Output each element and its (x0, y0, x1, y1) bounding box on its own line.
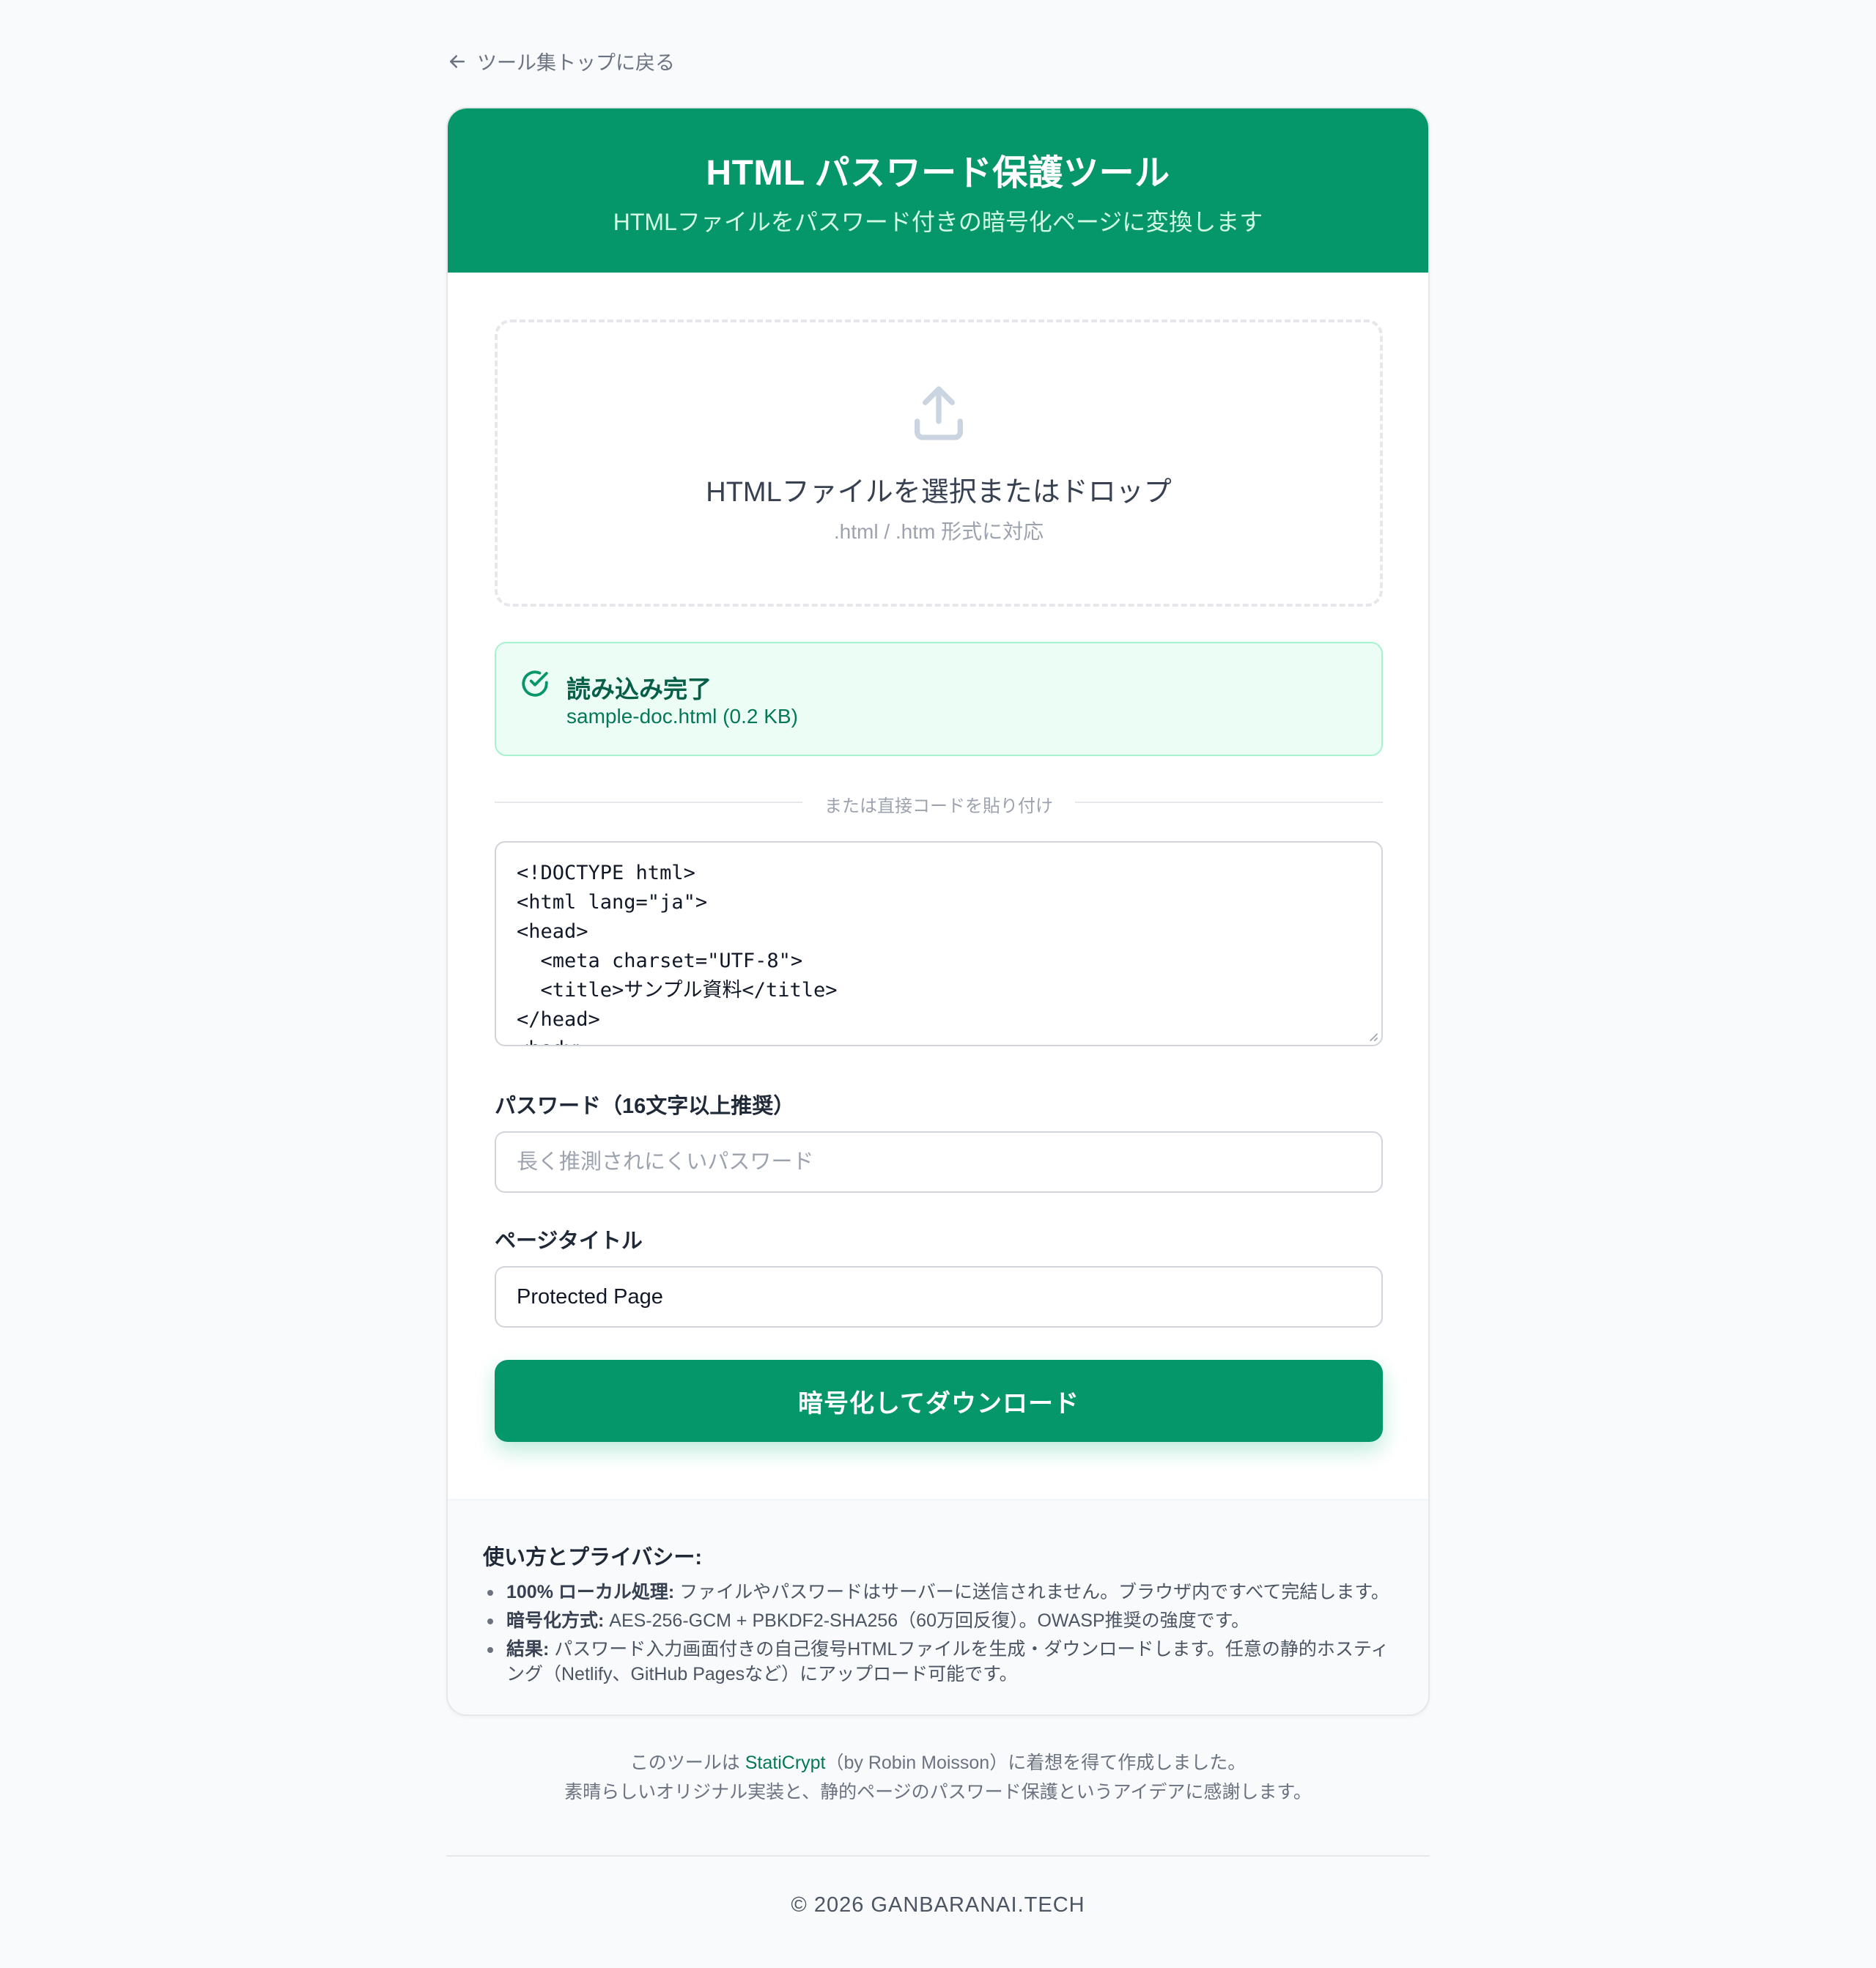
back-link[interactable]: ツール集トップに戻る (446, 47, 675, 75)
page-title-input[interactable] (495, 1266, 1383, 1328)
dropzone-title: HTMLファイルを選択またはドロップ (706, 477, 1172, 508)
usage-item-title: 結果: (506, 1639, 550, 1660)
html-code-textarea[interactable] (495, 841, 1383, 1046)
usage-item: 暗号化方式: AES-256-GCM + PBKDF2-SHA256（60万回反… (483, 1608, 1399, 1633)
usage-list: 100% ローカル処理: ファイルやパスワードはサーバーに送信されません。ブラウ… (483, 1580, 1399, 1690)
usage-item-text: パスワード入力画面付きの自己復号HTMLファイルを生成・ダウンロードします。任意… (506, 1639, 1389, 1684)
usage-item: 100% ローカル処理: ファイルやパスワードはサーバーに送信されません。ブラウ… (483, 1580, 1399, 1605)
credit-suffix: （by Robin Moisson）に着想を得て作成しました。 (825, 1753, 1247, 1773)
load-status-banner: 読み込み完了 sample-doc.html (0.2 KB) (495, 642, 1383, 756)
password-label: パスワード（16文字以上推奨） (495, 1095, 795, 1118)
card-header: HTML パスワード保護ツール HTMLファイルをパスワード付きの暗号化ページに… (448, 108, 1428, 273)
footer-divider (446, 1855, 1430, 1857)
encrypt-download-button[interactable]: 暗号化してダウンロード (495, 1360, 1383, 1442)
status-file-info: sample-doc.html (0.2 KB) (566, 705, 798, 728)
divider-text: または直接コードを貼り付け (824, 796, 1053, 816)
page-title: HTML パスワード保護ツール (706, 154, 1170, 193)
status-title: 読み込み完了 (566, 676, 712, 703)
password-input[interactable] (495, 1131, 1383, 1193)
upload-icon (915, 386, 963, 440)
page-title-label: ページタイトル (495, 1229, 643, 1253)
dropzone-subtitle: .html / .htm 形式に対応 (833, 520, 1044, 543)
credit-text: このツールは StatiCrypt（by Robin Moisson）に着想を得… (446, 1748, 1430, 1807)
footer-copyright: © 2026 GANBARANAI.TECH (791, 1893, 1085, 1917)
file-dropzone[interactable]: HTMLファイルを選択またはドロップ .html / .htm 形式に対応 (495, 319, 1383, 607)
usage-item-text: AES-256-GCM + PBKDF2-SHA256（60万回反復）。OWAS… (604, 1610, 1250, 1631)
usage-item: 結果: パスワード入力画面付きの自己復号HTMLファイルを生成・ダウンロードしま… (483, 1637, 1399, 1687)
divider-line-right (1075, 802, 1383, 803)
resize-handle-icon[interactable] (1368, 1032, 1378, 1042)
staticrypt-link[interactable]: StatiCrypt (745, 1753, 826, 1773)
usage-item-title: 100% ローカル処理: (506, 1582, 675, 1602)
credit-line-2: 素晴らしいオリジナル実装と、静的ページのパスワード保護というアイデアに感謝します… (564, 1782, 1312, 1802)
credit-line-1: このツールは StatiCrypt（by Robin Moisson）に着想を得… (446, 1748, 1430, 1778)
back-link-label: ツール集トップに戻る (477, 52, 675, 74)
or-divider: または直接コードを貼り付け (495, 791, 1383, 816)
credit-prefix: このツールは (629, 1753, 745, 1773)
arrow-left-icon (450, 54, 465, 68)
tool-card: HTML パスワード保護ツール HTMLファイルをパスワード付きの暗号化ページに… (446, 107, 1430, 1716)
usage-item-title: 暗号化方式: (506, 1610, 605, 1631)
usage-heading: 使い方とプライバシー: (483, 1546, 703, 1569)
check-circle-icon (522, 670, 548, 697)
page-subtitle: HTMLファイルをパスワード付きの暗号化ページに変換します (613, 209, 1263, 235)
usage-item-text: ファイルやパスワードはサーバーに送信されません。ブラウザ内ですべて完結します。 (674, 1582, 1389, 1602)
usage-privacy-section: 使い方とプライバシー: 100% ローカル処理: ファイルやパスワードはサーバー… (448, 1499, 1428, 1714)
